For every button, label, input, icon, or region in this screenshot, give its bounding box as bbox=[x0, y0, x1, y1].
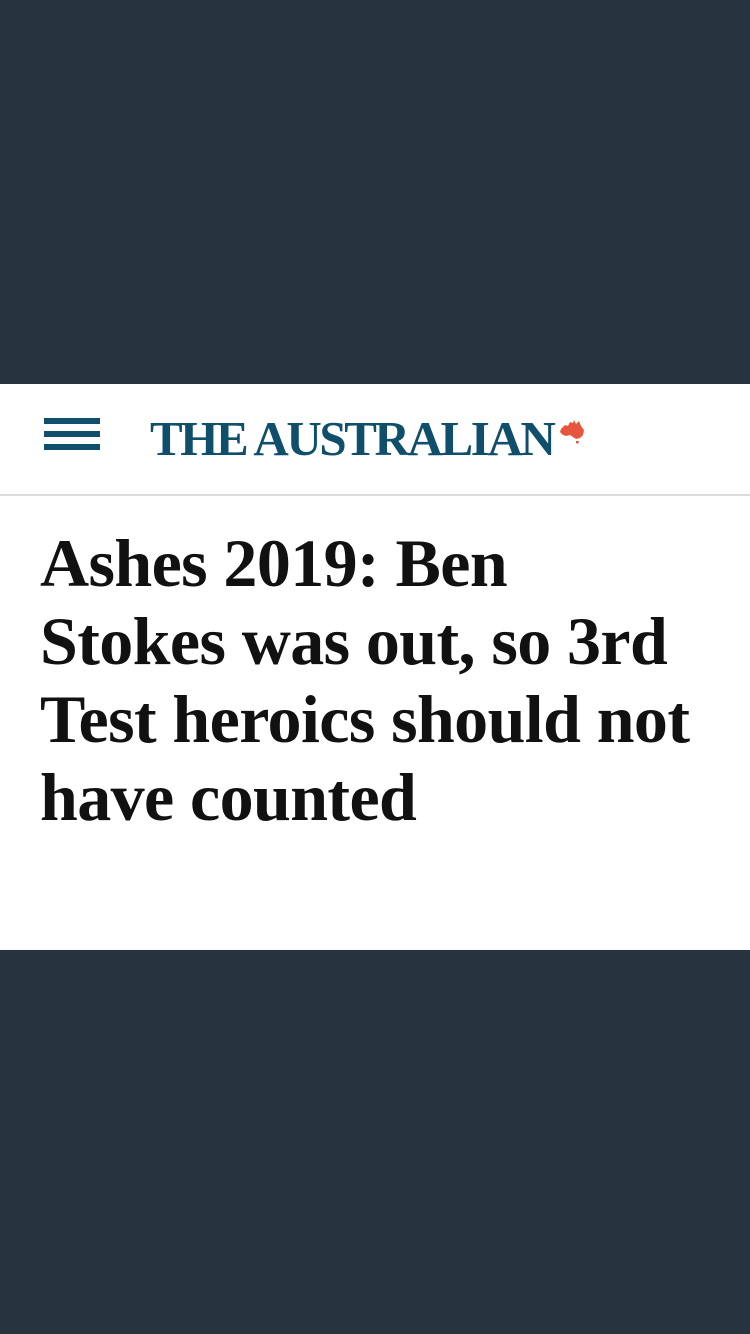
masthead: THE AUSTRALIAN bbox=[0, 384, 750, 496]
site-logo[interactable]: THE AUSTRALIAN bbox=[150, 404, 586, 474]
article-headline[interactable]: Ashes 2019: Ben Stokes was out, so 3rd T… bbox=[40, 524, 700, 836]
hamburger-menu-bar bbox=[44, 431, 100, 437]
hamburger-menu-icon bbox=[44, 418, 100, 424]
australia-map-icon bbox=[560, 420, 585, 444]
site-logo-text: THE AUSTRALIAN bbox=[150, 411, 556, 466]
hamburger-menu-bar bbox=[44, 444, 100, 450]
article-preview-card[interactable]: THE AUSTRALIAN Ashes 2019: Ben Stokes wa… bbox=[0, 384, 750, 950]
menu-button[interactable] bbox=[44, 418, 100, 458]
